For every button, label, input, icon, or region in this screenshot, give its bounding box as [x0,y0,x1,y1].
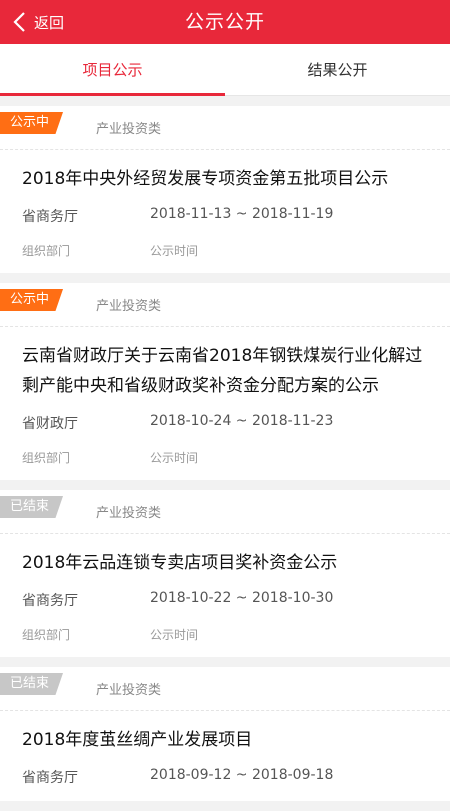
org-value: 省商务厅 [22,770,78,786]
page-title: 公示公开 [184,11,265,33]
period-value: 2018-09-12 ~ 2018-09-18 [150,767,334,783]
item-title: 2018年中央外经贸发展专项资金第五批项目公示 [22,169,389,189]
card-body: 云南省财政厅关于云南省2018年钢铁煤炭行业化解过剩产能中央和省级财政奖补资金分… [0,327,450,480]
org-value: 省商务厅 [22,593,78,609]
notice-list: 公示中 产业投资类 2018年中央外经贸发展专项资金第五批项目公示 省商务厅 2… [0,106,450,811]
time-caption: 公示时间 [150,244,199,258]
item-title: 云南省财政厅关于云南省2018年钢铁煤炭行业化解过剩产能中央和省级财政奖补资金分… [22,346,423,396]
card-body: 2018年度茧丝绸产业发展项目 省商务厅 2018-09-12 ~ 2018-0… [0,711,450,801]
caption-row: 组织部门 公示时间 [22,626,430,643]
category-label: 产业投资类 [96,122,162,137]
status-badge: 已结束 [0,496,64,518]
list-item[interactable]: 已结束 产业投资类 2018年度茧丝绸产业发展项目 省商务厅 2018-09-1… [0,667,450,801]
status-badge: 已结束 [0,673,64,695]
card-header: 公示中 产业投资类 [0,283,450,327]
card-body: 2018年云品连锁专卖店项目奖补资金公示 省商务厅 2018-10-22 ~ 2… [0,534,450,657]
org-value: 省财政厅 [22,416,78,432]
tab-result-public[interactable]: 结果公开 [225,44,450,95]
time-caption: 公示时间 [150,628,199,642]
app-header: 返回 公示公开 [0,0,450,44]
item-title: 2018年度茧丝绸产业发展项目 [22,730,253,750]
org-caption: 组织部门 [22,451,71,465]
list-item[interactable]: 已结束 产业投资类 2018年云品连锁专卖店项目奖补资金公示 省商务厅 2018… [0,490,450,657]
meta-row: 省商务厅 2018-09-12 ~ 2018-09-18 [22,767,430,787]
card-header: 已结束 产业投资类 [0,490,450,534]
caption-row: 组织部门 公示时间 [22,242,430,259]
meta-row: 省商务厅 2018-10-22 ~ 2018-10-30 [22,590,430,610]
caption-row: 组织部门 公示时间 [22,449,430,466]
org-caption: 组织部门 [22,628,71,642]
card-header: 已结束 产业投资类 [0,667,450,711]
list-item[interactable]: 公示中 产业投资类 云南省财政厅关于云南省2018年钢铁煤炭行业化解过剩产能中央… [0,283,450,480]
category-label: 产业投资类 [96,299,162,314]
category-label: 产业投资类 [96,506,162,521]
card-header: 公示中 产业投资类 [0,106,450,150]
category-label: 产业投资类 [96,683,162,698]
item-title: 2018年云品连锁专卖店项目奖补资金公示 [22,553,338,573]
period-value: 2018-10-22 ~ 2018-10-30 [150,590,334,606]
time-caption: 公示时间 [150,451,199,465]
org-value: 省商务厅 [22,209,78,225]
status-badge: 公示中 [0,289,64,311]
list-item[interactable]: 公示中 产业投资类 2018年中央外经贸发展专项资金第五批项目公示 省商务厅 2… [0,106,450,273]
meta-row: 省商务厅 2018-11-13 ~ 2018-11-19 [22,206,430,226]
period-value: 2018-11-13 ~ 2018-11-19 [150,206,334,222]
tab-project-notice[interactable]: 项目公示 [0,44,225,96]
card-body: 2018年中央外经贸发展专项资金第五批项目公示 省商务厅 2018-11-13 … [0,150,450,273]
org-caption: 组织部门 [22,244,71,258]
status-badge: 公示中 [0,112,64,134]
period-value: 2018-10-24 ~ 2018-11-23 [150,413,334,429]
tab-bar: 项目公示 结果公开 [0,44,450,96]
meta-row: 省财政厅 2018-10-24 ~ 2018-11-23 [22,413,430,433]
